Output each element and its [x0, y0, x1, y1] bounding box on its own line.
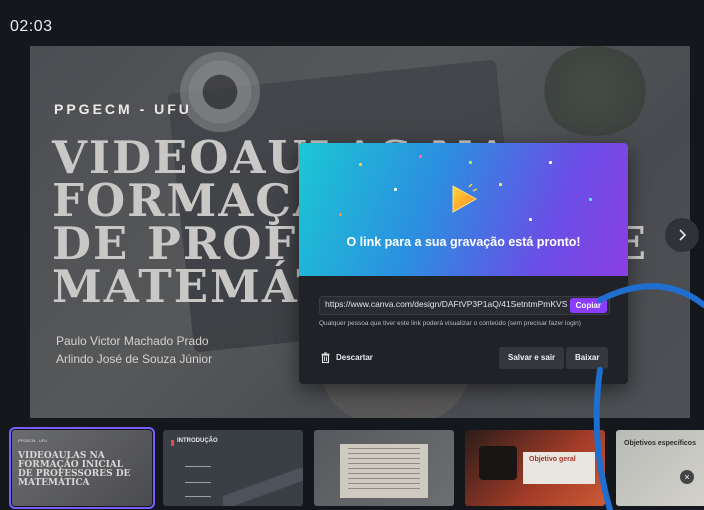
- slide-thumbnail[interactable]: INTRODUÇÃO: [163, 430, 303, 506]
- trash-icon: [321, 351, 330, 363]
- confetti: [339, 213, 342, 216]
- thumbnail-title: Objetivo geral: [523, 452, 595, 484]
- discard-label: Descartar: [336, 352, 373, 362]
- share-link-field[interactable]: https://www.canva.com/design/DAFtVP3P1aQ…: [319, 296, 610, 315]
- close-icon[interactable]: ×: [680, 470, 694, 484]
- confetti: [469, 161, 472, 164]
- text-line: [185, 482, 211, 483]
- copy-link-button[interactable]: Copiar: [569, 298, 607, 313]
- confetti: [359, 163, 362, 166]
- presentation-recorder: 02:03 PPGECM - UFU VIDEOAULAS NA FORMAÇÃ…: [0, 0, 704, 510]
- thumbnail-tag: PPGECM - UFU: [18, 438, 48, 443]
- dialog-title: O link para a sua gravação está pronto!: [346, 235, 581, 249]
- thumbnail-title: INTRODUÇÃO: [177, 438, 218, 444]
- camera-photo: [479, 446, 517, 480]
- confetti: [499, 183, 502, 186]
- confetti: [589, 198, 592, 201]
- thumbnail-title: Objetivos específicos: [624, 440, 696, 447]
- download-button[interactable]: Baixar: [566, 347, 609, 369]
- share-link-text[interactable]: https://www.canva.com/design/DAFtVP3P1aQ…: [325, 299, 567, 309]
- author-name: Paulo Victor Machado Prado: [56, 334, 209, 348]
- slide-thumbnail[interactable]: Objetivos específicos ×: [616, 430, 704, 506]
- dialog-banner: O link para a sua gravação está pronto!: [299, 143, 628, 276]
- thumbnail-title: VIDEOAULAS NA FORMAÇÃO INICIAL DE PROFES…: [18, 451, 131, 488]
- slide-subtitle: PPGECM - UFU: [54, 101, 192, 117]
- slide-thumbnail[interactable]: PPGECM - UFU VIDEOAULAS NA FORMAÇÃO INIC…: [9, 427, 155, 509]
- recording-link-dialog: O link para a sua gravação está pronto! …: [299, 143, 628, 384]
- confetti: [394, 188, 397, 191]
- confetti: [419, 155, 422, 158]
- confetti: [529, 218, 532, 221]
- slide-thumbnail[interactable]: [314, 430, 454, 506]
- text-line: [185, 466, 211, 467]
- slide-thumbnail[interactable]: Objetivo geral: [465, 430, 605, 506]
- text-line: [185, 496, 211, 497]
- text-card: [340, 444, 428, 498]
- recording-timer: 02:03: [10, 18, 53, 35]
- save-and-exit-button[interactable]: Salvar e sair: [499, 347, 565, 369]
- accent-bar: [171, 440, 174, 446]
- slide-authors: Paulo Victor Machado Prado Arlindo José …: [56, 332, 212, 368]
- confetti: [549, 161, 552, 164]
- slide-thumbnail-strip: PPGECM - UFU VIDEOAULAS NA FORMAÇÃO INIC…: [0, 424, 704, 510]
- play-logo-icon: [452, 183, 478, 213]
- slide-graphic: [223, 468, 303, 506]
- share-link-hint: Qualquer pessoa que tiver este link pode…: [319, 320, 581, 327]
- next-slide-button[interactable]: [665, 218, 699, 252]
- chevron-right-icon: [679, 229, 687, 241]
- author-name: Arlindo José de Souza Júnior: [56, 352, 213, 366]
- discard-button[interactable]: Descartar: [321, 350, 373, 364]
